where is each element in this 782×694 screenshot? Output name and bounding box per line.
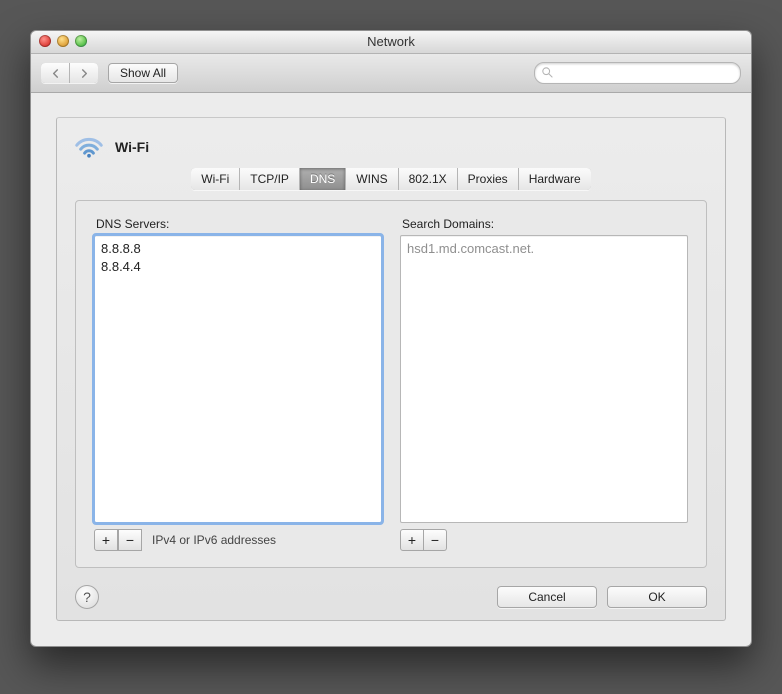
dns-server-row[interactable]: 8.8.4.4 [101, 258, 375, 276]
add-domain-button[interactable]: + [400, 529, 424, 551]
traffic-lights [39, 35, 87, 47]
sheet: Wi-Fi Wi-FiTCP/IPDNSWINS802.1XProxiesHar… [56, 117, 726, 621]
add-dns-button[interactable]: + [94, 529, 118, 551]
close-window-button[interactable] [39, 35, 51, 47]
minimize-window-button[interactable] [57, 35, 69, 47]
search-domains-label: Search Domains: [402, 217, 688, 231]
window-title: Network [367, 34, 415, 49]
settings-tabs: Wi-FiTCP/IPDNSWINS802.1XProxiesHardware [57, 168, 725, 190]
sheet-footer: ? Cancel OK [57, 574, 725, 620]
cancel-button[interactable]: Cancel [497, 586, 597, 608]
chevron-left-icon [51, 69, 60, 78]
remove-domain-button[interactable]: − [424, 529, 447, 551]
dns-hint: IPv4 or IPv6 addresses [152, 530, 276, 550]
wifi-icon [75, 133, 103, 161]
dns-servers-list[interactable]: 8.8.8.88.8.4.4 [94, 235, 382, 523]
help-button[interactable]: ? [75, 585, 99, 609]
preferences-window: Network Show All [30, 30, 752, 647]
tab-dns[interactable]: DNS [299, 168, 345, 190]
ok-button[interactable]: OK [607, 586, 707, 608]
remove-dns-button[interactable]: − [118, 529, 142, 551]
dns-servers-label: DNS Servers: [96, 217, 382, 231]
show-all-button[interactable]: Show All [108, 63, 178, 83]
search-field[interactable] [534, 62, 741, 84]
dns-server-row[interactable]: 8.8.8.8 [101, 240, 375, 258]
search-domains-column: Search Domains: hsd1.md.comcast.net. + − [400, 217, 688, 551]
toolbar: Show All [31, 54, 751, 93]
dns-panel: DNS Servers: 8.8.8.88.8.4.4 + − IPv4 or … [75, 200, 707, 568]
tab-wins[interactable]: WINS [345, 168, 397, 190]
search-icon [541, 66, 554, 79]
tab-8021x[interactable]: 802.1X [398, 168, 457, 190]
chevron-right-icon [80, 69, 89, 78]
tab-tcpip[interactable]: TCP/IP [239, 168, 299, 190]
interface-name: Wi-Fi [115, 139, 149, 155]
search-domains-list[interactable]: hsd1.md.comcast.net. [400, 235, 688, 523]
tab-proxies[interactable]: Proxies [457, 168, 518, 190]
nav-segment [41, 63, 98, 83]
back-button[interactable] [41, 63, 69, 83]
forward-button[interactable] [69, 63, 98, 83]
search-domain-row[interactable]: hsd1.md.comcast.net. [407, 240, 681, 258]
show-all-label: Show All [120, 66, 166, 80]
tab-hardware[interactable]: Hardware [518, 168, 591, 190]
zoom-window-button[interactable] [75, 35, 87, 47]
sheet-header: Wi-Fi [57, 118, 725, 166]
titlebar: Network [31, 31, 751, 54]
dns-servers-column: DNS Servers: 8.8.8.88.8.4.4 + − IPv4 or … [94, 217, 382, 551]
tab-wifi[interactable]: Wi-Fi [191, 168, 239, 190]
